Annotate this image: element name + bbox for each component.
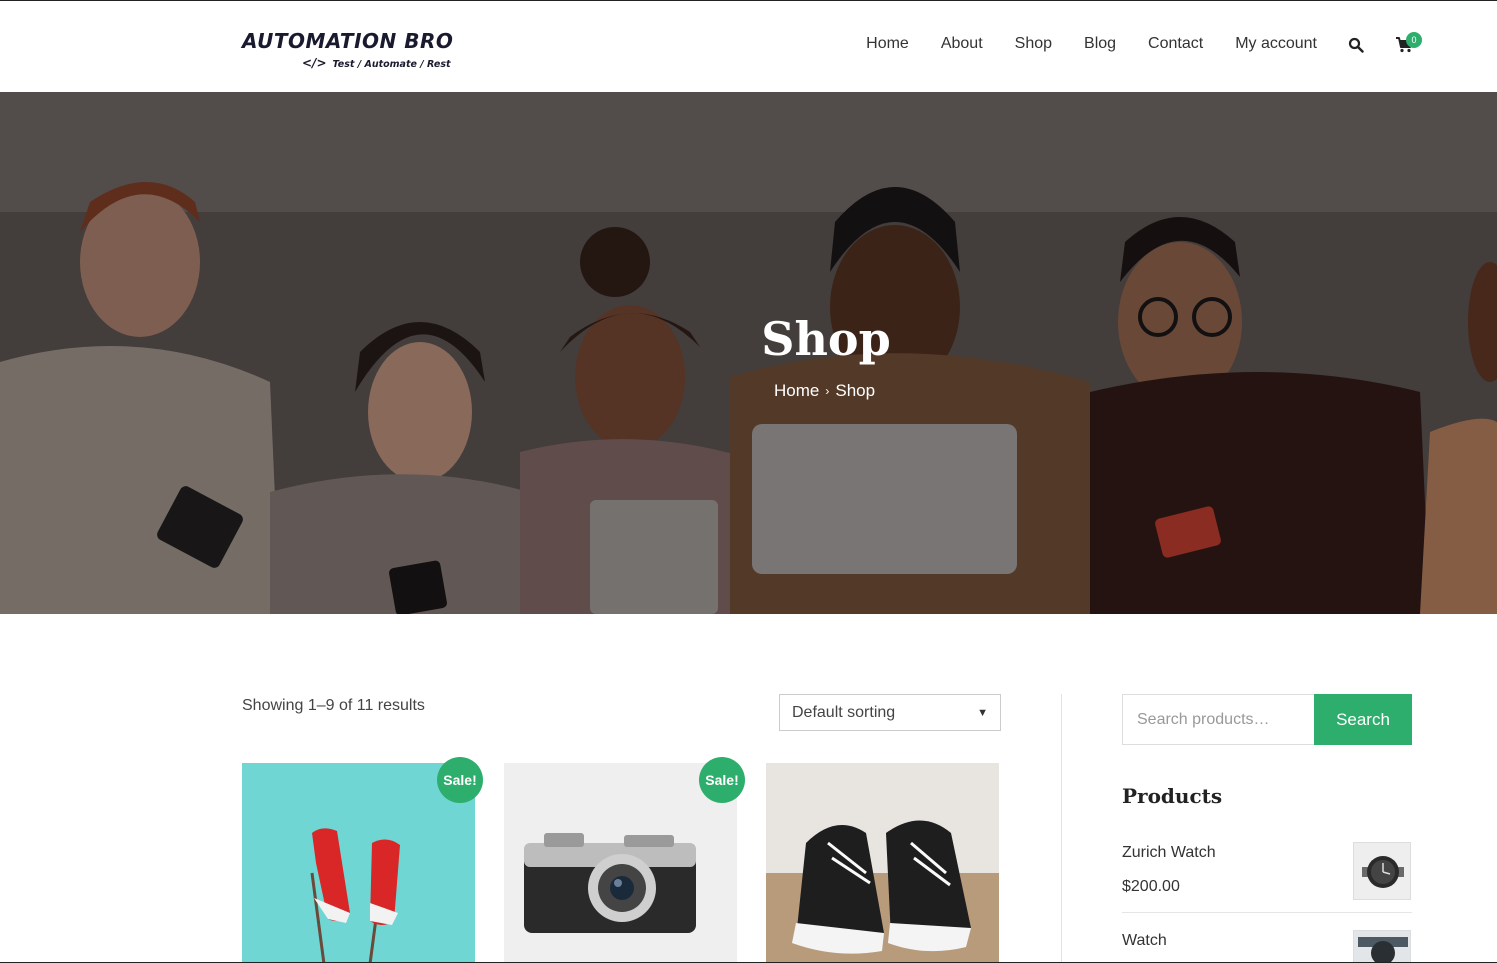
search-icon[interactable]	[1348, 37, 1364, 53]
logo-tagline-text: Test / Automate / Rest	[332, 59, 451, 70]
breadcrumb-home[interactable]: Home	[774, 381, 819, 401]
main-nav: Home About Shop Blog Contact My account	[866, 35, 1317, 53]
widget-product-price: $200.00	[1122, 878, 1180, 895]
hero-banner: Shop Home › Shop	[0, 92, 1497, 614]
widget-product-name[interactable]: Zurich Watch	[1122, 844, 1216, 862]
nav-blog[interactable]: Blog	[1084, 35, 1116, 53]
sort-value: Default sorting	[792, 703, 896, 721]
sale-badge: Sale!	[699, 757, 745, 803]
nav-home[interactable]: Home	[866, 35, 909, 53]
sidebar-divider	[1061, 694, 1062, 963]
site-header: AUTOMATION BRO </> Test / Automate / Rest…	[0, 1, 1497, 91]
logo-title: AUTOMATION BRO	[242, 29, 454, 53]
sort-select[interactable]: Default sorting ▼	[779, 694, 1001, 731]
product-image-converse	[766, 763, 999, 963]
products-widget-title: Products	[1122, 784, 1223, 808]
site-logo[interactable]: AUTOMATION BRO </> Test / Automate / Rest	[242, 29, 454, 70]
chevron-right-icon: ›	[825, 384, 830, 398]
breadcrumb: Home › Shop	[774, 381, 875, 401]
cart-count-badge: 0	[1406, 32, 1422, 48]
watch-icon	[1354, 931, 1410, 963]
widget-product-name[interactable]: Watch	[1122, 932, 1167, 950]
watch-icon	[1354, 843, 1410, 899]
nav-contact[interactable]: Contact	[1148, 35, 1203, 53]
product-card[interactable]	[766, 763, 999, 963]
breadcrumb-current: Shop	[835, 381, 876, 400]
search-button[interactable]: Search	[1314, 694, 1412, 745]
nav-my-account[interactable]: My account	[1235, 35, 1317, 53]
page-title: Shop	[761, 312, 891, 366]
chevron-down-icon: ▼	[977, 706, 988, 719]
widget-product-thumb[interactable]	[1353, 930, 1411, 963]
product-search-input[interactable]: Search products…	[1122, 694, 1315, 745]
widget-product-thumb[interactable]	[1353, 842, 1411, 900]
code-brackets-icon: </>	[302, 56, 327, 70]
logo-tagline: </> Test / Automate / Rest	[302, 56, 451, 70]
nav-about[interactable]: About	[941, 35, 983, 53]
result-count: Showing 1–9 of 11 results	[242, 697, 425, 714]
nav-shop[interactable]: Shop	[1015, 35, 1052, 53]
widget-separator	[1122, 912, 1412, 913]
sale-badge: Sale!	[437, 757, 483, 803]
